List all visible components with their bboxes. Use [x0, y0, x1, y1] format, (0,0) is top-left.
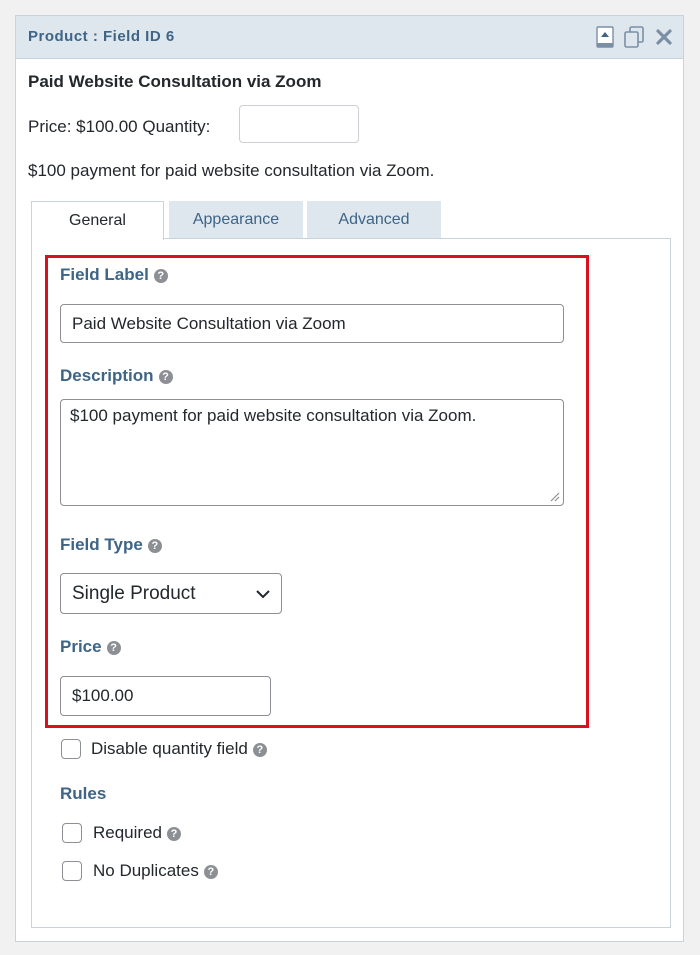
description-label-text: Description [60, 366, 154, 385]
description-heading: Description? [60, 366, 173, 386]
description-textarea[interactable]: $100 payment for paid website consultati… [60, 399, 564, 506]
tab-general[interactable]: General [31, 201, 164, 240]
field-preview-title: Paid Website Consultation via Zoom [28, 72, 322, 91]
disable-quantity-row: Disable quantity field? [91, 739, 267, 759]
field-type-heading: Field Type? [60, 535, 162, 555]
rules-heading: Rules [60, 784, 107, 803]
help-icon[interactable]: ? [167, 827, 181, 841]
price-heading: Price? [60, 637, 121, 657]
no-duplicates-row: No Duplicates? [93, 861, 218, 881]
chevron-down-icon [256, 590, 270, 599]
preview-quantity-input[interactable] [239, 105, 359, 143]
help-icon[interactable]: ? [147, 539, 162, 553]
field-preview-description: $100 payment for paid website consultati… [28, 161, 435, 180]
field-label-input[interactable]: Paid Website Consultation via Zoom [60, 304, 564, 343]
help-icon[interactable]: ? [158, 370, 173, 384]
delete-icon[interactable] [652, 25, 676, 49]
field-label-text: Field Label [60, 265, 149, 284]
required-row: Required? [93, 823, 181, 843]
general-tab-content: Field Label? Paid Website Consultation v… [31, 238, 671, 928]
field-label-heading: Field Label? [60, 265, 168, 285]
description-textarea-value: $100 payment for paid website consultati… [70, 406, 477, 425]
field-type-selected-value: Single Product [72, 583, 196, 604]
disable-quantity-checkbox[interactable] [61, 739, 81, 759]
help-icon[interactable]: ? [203, 865, 218, 879]
duplicate-icon[interactable] [622, 25, 646, 49]
disable-quantity-label: Disable quantity field [91, 739, 248, 758]
help-icon[interactable]: ? [153, 269, 168, 283]
required-checkbox[interactable] [62, 823, 82, 843]
resize-handle-icon[interactable] [548, 490, 560, 502]
help-icon[interactable]: ? [106, 641, 121, 655]
field-type-select[interactable]: Single Product [60, 573, 282, 614]
required-label: Required [93, 823, 162, 842]
field-settings-panel: Product : Field ID 6 Paid Website Consul… [15, 15, 684, 942]
price-label-text: Price [60, 637, 102, 656]
no-duplicates-checkbox[interactable] [62, 861, 82, 881]
collapse-icon[interactable] [594, 25, 618, 49]
panel-header[interactable]: Product : Field ID 6 [16, 16, 683, 59]
help-icon[interactable]: ? [252, 743, 267, 757]
no-duplicates-label: No Duplicates [93, 861, 199, 880]
tab-advanced[interactable]: Advanced [307, 201, 441, 239]
panel-title: Product : Field ID 6 [28, 28, 175, 45]
field-preview-price: Price: $100.00 Quantity: [28, 117, 211, 136]
tab-appearance[interactable]: Appearance [169, 201, 303, 239]
field-type-label-text: Field Type [60, 535, 143, 554]
price-input[interactable]: $100.00 [60, 676, 271, 716]
